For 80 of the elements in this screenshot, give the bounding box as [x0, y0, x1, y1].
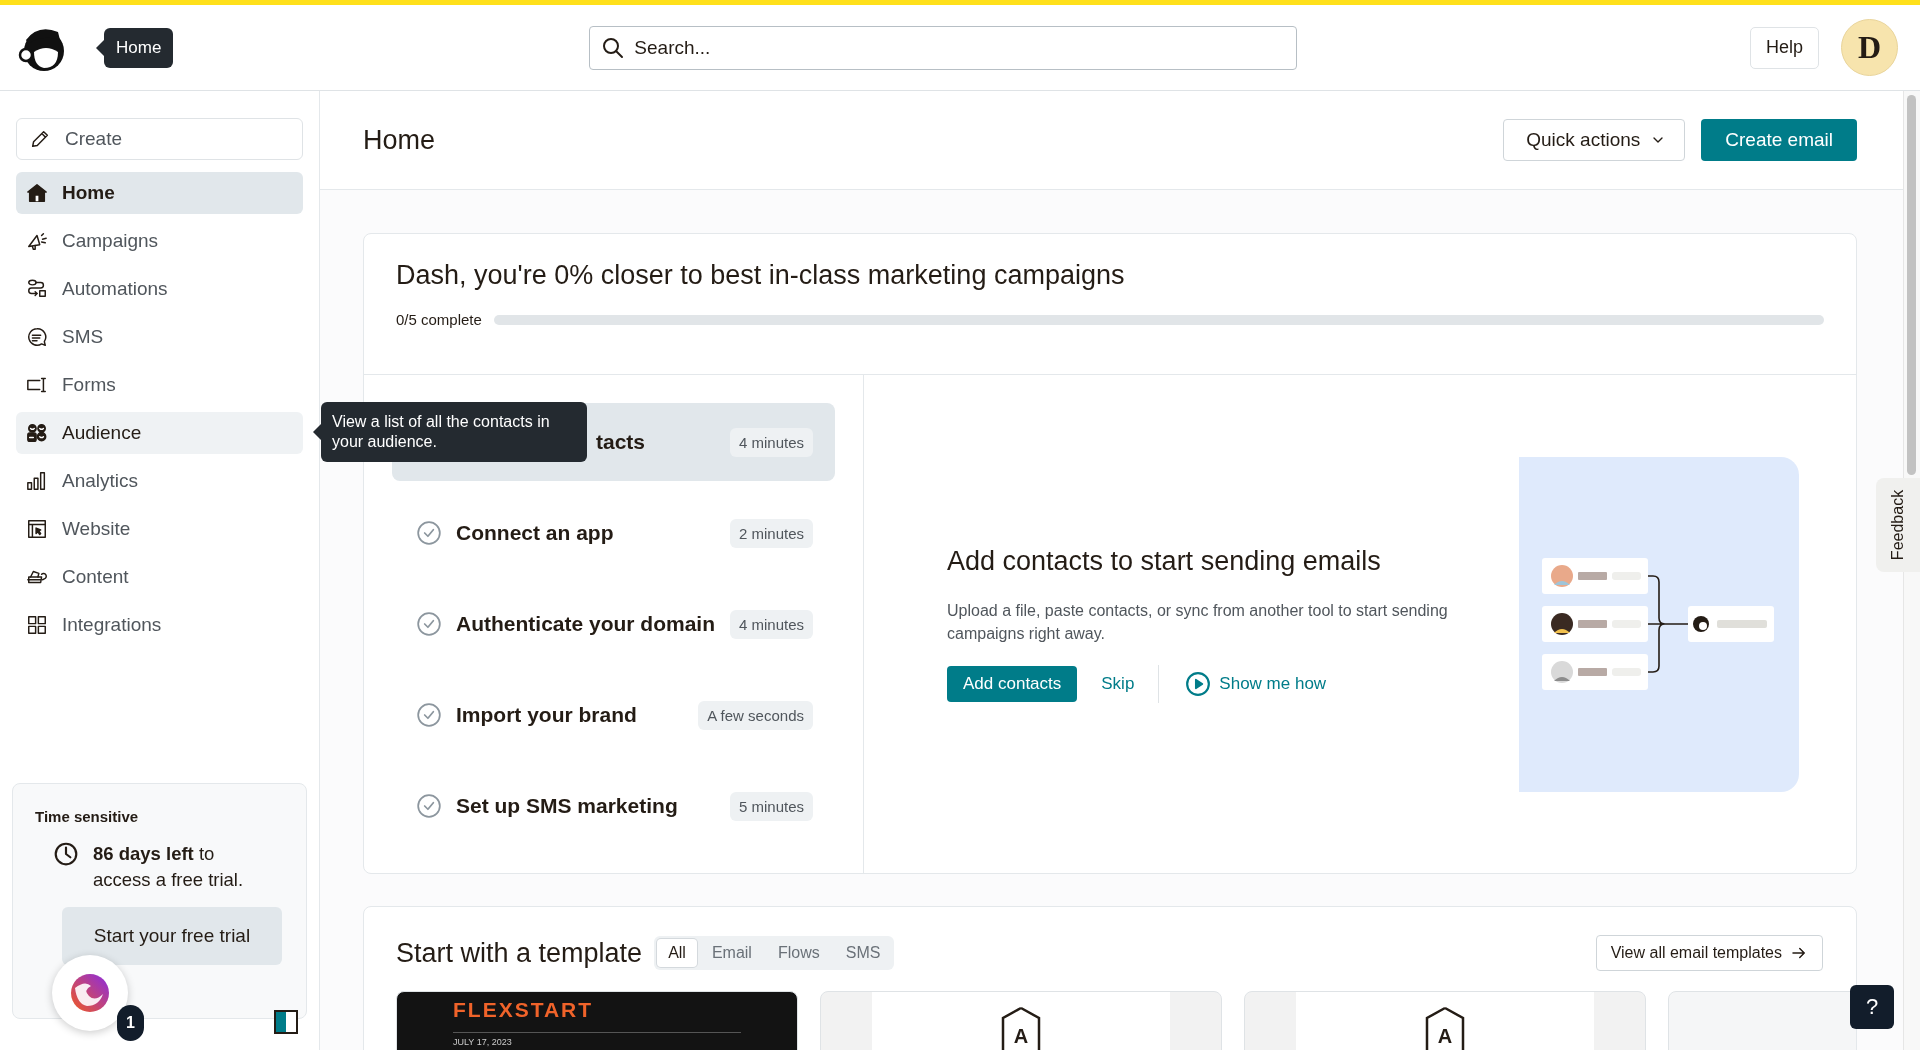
filter-tab[interactable]: Flows [766, 939, 831, 967]
people-icon [26, 422, 48, 444]
sidebar-item[interactable]: Home [16, 172, 303, 214]
quick-actions-button[interactable]: Quick actions [1503, 119, 1686, 161]
filter-tab[interactable]: Email [700, 939, 763, 967]
panel-toggle-icon[interactable] [274, 1010, 298, 1034]
duration-tag: A few seconds [698, 700, 813, 730]
notification-badge: 1 [117, 1005, 144, 1041]
bar-chart-icon [26, 470, 48, 492]
megaphone-icon [26, 230, 48, 252]
show-me-how-link[interactable]: Show me how [1185, 670, 1327, 697]
task-item[interactable]: Import your brand A few seconds [392, 676, 835, 754]
website-icon [26, 518, 48, 540]
task-title: tacts [596, 430, 646, 454]
task-description: Upload a file, paste contacts, or sync from another tool to start sending campaigns right away. [947, 600, 1449, 644]
duration-tag: 4 minutes [729, 609, 813, 639]
app-launcher-button[interactable] [52, 955, 128, 1031]
progress-label: 0/5 complete [396, 311, 482, 328]
create-button[interactable]: Create [16, 118, 303, 160]
task-title: Import your brand [456, 703, 637, 727]
scrollbar[interactable] [1903, 91, 1920, 1050]
app-icon [69, 972, 111, 1014]
sidebar-item[interactable]: Analytics [16, 460, 303, 502]
check-circle-icon [416, 793, 442, 819]
template-logo-letter: A [1013, 1025, 1029, 1049]
play-icon [1185, 670, 1212, 697]
task-item[interactable]: Connect an app 2 minutes [392, 494, 835, 572]
task-item[interactable]: Authenticate your domain 4 minutes [392, 585, 835, 663]
hexagon-icon [1425, 1006, 1465, 1050]
search-icon [601, 35, 626, 60]
sidebar-item[interactable]: Automations [16, 268, 303, 310]
avatar[interactable]: D [1841, 19, 1898, 76]
tooltip: Home [96, 27, 174, 68]
start-trial-button[interactable]: Start your free trial [62, 907, 282, 965]
skip-link[interactable]: Skip [1101, 673, 1135, 694]
sidebar-item[interactable]: Campaigns [16, 220, 303, 262]
automation-icon [26, 278, 48, 300]
grid-icon [26, 614, 48, 636]
pencil-icon [29, 128, 51, 150]
task-title: Set up SMS marketing [456, 794, 678, 818]
filter-tab[interactable]: SMS [834, 939, 892, 967]
create-email-button[interactable]: Create email [1701, 119, 1857, 161]
task-heading: Add contacts to start sending emails [947, 545, 1382, 577]
template-date: JULY 17, 2023 [453, 1037, 513, 1047]
section-title: Start with a template [396, 937, 643, 969]
template-thumbnail[interactable]: A [1244, 991, 1646, 1050]
sidebar-item[interactable]: Audience [16, 412, 303, 454]
check-circle-icon [416, 611, 442, 637]
sidebar-item[interactable]: SMS [16, 316, 303, 358]
home-icon [26, 182, 48, 204]
help-button[interactable]: Help [1749, 26, 1819, 69]
template-heading: FLEXSTART [453, 998, 741, 1033]
view-all-templates-button[interactable]: View all email templates [1595, 935, 1823, 971]
duration-tag: 5 minutes [729, 791, 813, 821]
clock-icon [53, 841, 79, 867]
task-item[interactable]: Set up SMS marketing 5 minutes [392, 767, 835, 845]
trial-heading: Time sensitive [35, 808, 140, 825]
task-title: Connect an app [456, 521, 614, 545]
page-title: Home [363, 124, 436, 156]
help-button[interactable]: ? [1850, 985, 1894, 1029]
sidebar-item[interactable]: Forms [16, 364, 303, 406]
duration-tag: 4 minutes [729, 427, 813, 457]
check-circle-icon [416, 520, 442, 546]
onboarding-title: Dash, you're 0% closer to best in-class marketing campaigns [396, 260, 1126, 291]
check-circle-icon [416, 702, 442, 728]
chat-icon [26, 326, 48, 348]
duration-tag: 2 minutes [729, 518, 813, 548]
trial-message: 86 days left to access a free trial. [93, 842, 245, 892]
template-thumbnail[interactable]: A [820, 991, 1222, 1050]
filter-tab[interactable]: All [657, 939, 697, 967]
task-title: Authenticate your domain [456, 612, 716, 636]
feedback-tab[interactable]: Feedback [1876, 478, 1920, 572]
sidebar-item[interactable]: Website [16, 508, 303, 550]
template-logo-letter: A [1437, 1025, 1453, 1049]
add-contacts-button[interactable]: Add contacts [947, 665, 1078, 702]
template-thumbnail[interactable]: FLEXSTART JULY 17, 2023 [396, 991, 798, 1050]
hexagon-icon [1001, 1006, 1041, 1050]
sidebar-item[interactable]: Integrations [16, 604, 303, 646]
sidebar-item[interactable]: Content [16, 556, 303, 598]
search-field[interactable]: Search... [589, 25, 1298, 70]
